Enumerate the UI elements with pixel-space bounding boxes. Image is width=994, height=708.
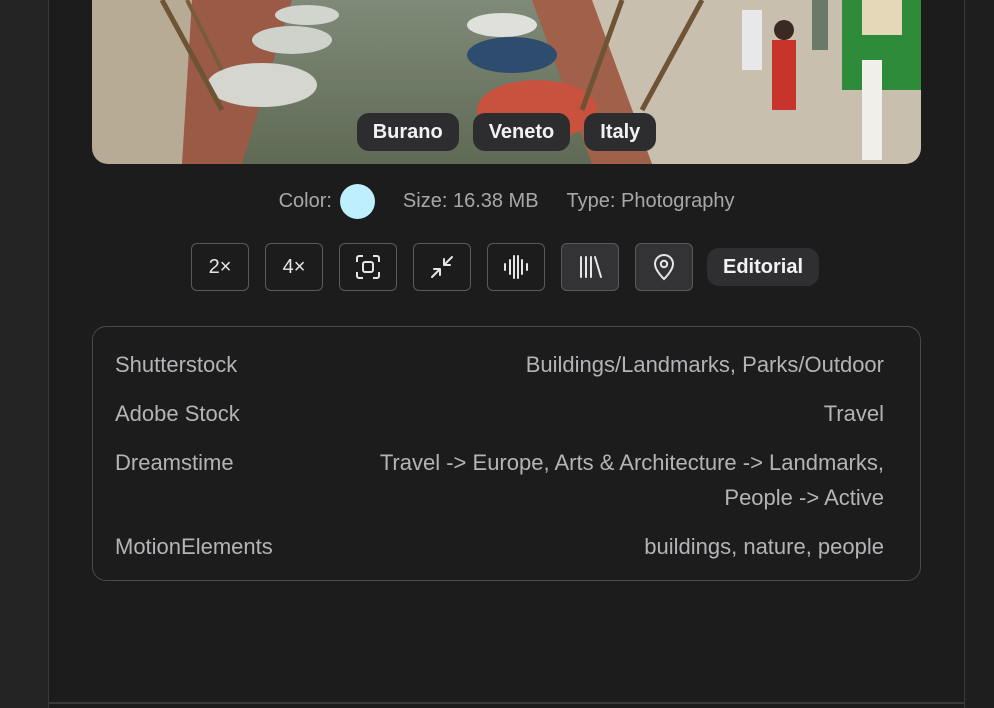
color-swatch	[339, 183, 375, 219]
editorial-badge[interactable]: Editorial	[707, 248, 820, 286]
left-sidebar	[0, 0, 49, 708]
site-name: MotionElements	[115, 534, 273, 559]
focus-frame-icon	[356, 255, 380, 279]
audio-waveform-button[interactable]	[487, 243, 545, 291]
photo-preview[interactable]: Burano Veneto Italy	[92, 0, 921, 164]
category-value-line-2: People -> Active	[724, 485, 884, 510]
category-row-dreamstime: Dreamstime Travel -> Europe, Arts & Arch…	[115, 445, 884, 515]
library-button[interactable]	[561, 243, 619, 291]
location-tags: Burano Veneto Italy	[92, 113, 921, 151]
image-meta-row: Color: Size: 16.38 MB Type: Photography	[49, 183, 964, 219]
color-label: Color:	[278, 189, 332, 212]
category-row-adobe-stock: Adobe Stock Travel	[115, 396, 884, 431]
site-name: Dreamstime	[115, 450, 234, 475]
category-value: Buildings/Landmarks, Parks/Outdoor	[525, 352, 884, 377]
upscale-2x-button[interactable]: 2×	[191, 243, 249, 291]
upscale-4x-button[interactable]: 4×	[265, 243, 323, 291]
stock-categories-table: Shutterstock Buildings/Landmarks, Parks/…	[92, 326, 921, 581]
category-value: buildings, nature, people	[644, 534, 884, 559]
size-info: Size: 16.38 MB	[402, 189, 539, 212]
tag-region[interactable]: Veneto	[472, 113, 571, 151]
site-name: Adobe Stock	[115, 401, 240, 426]
category-value-line-1: Travel -> Europe, Arts & Architecture ->…	[379, 450, 884, 475]
tag-city[interactable]: Burano	[356, 113, 459, 151]
site-name: Shutterstock	[115, 352, 238, 377]
location-button[interactable]	[635, 243, 693, 291]
type-info: Type: Photography	[566, 189, 735, 212]
image-toolbar: 2× 4× Editorial	[191, 242, 820, 292]
color-info: Color:	[278, 183, 375, 219]
map-pin-icon	[653, 254, 675, 281]
tag-country[interactable]: Italy	[584, 113, 657, 151]
collapse-arrows-icon	[431, 256, 453, 278]
category-value: Travel -> Europe, Arts & Architecture ->…	[380, 445, 884, 515]
image-detail-panel: Burano Veneto Italy Color: Size: 16.38 M…	[49, 0, 964, 700]
category-row-motionelements: MotionElements buildings, nature, people	[115, 529, 884, 564]
category-value: Travel	[823, 401, 884, 426]
waveform-icon	[504, 255, 528, 279]
bottom-divider	[49, 702, 964, 704]
category-row-shutterstock: Shutterstock Buildings/Landmarks, Parks/…	[115, 347, 884, 382]
crop-focus-button[interactable]	[339, 243, 397, 291]
right-sidebar	[964, 0, 994, 708]
compress-button[interactable]	[413, 243, 471, 291]
library-icon	[580, 256, 602, 278]
